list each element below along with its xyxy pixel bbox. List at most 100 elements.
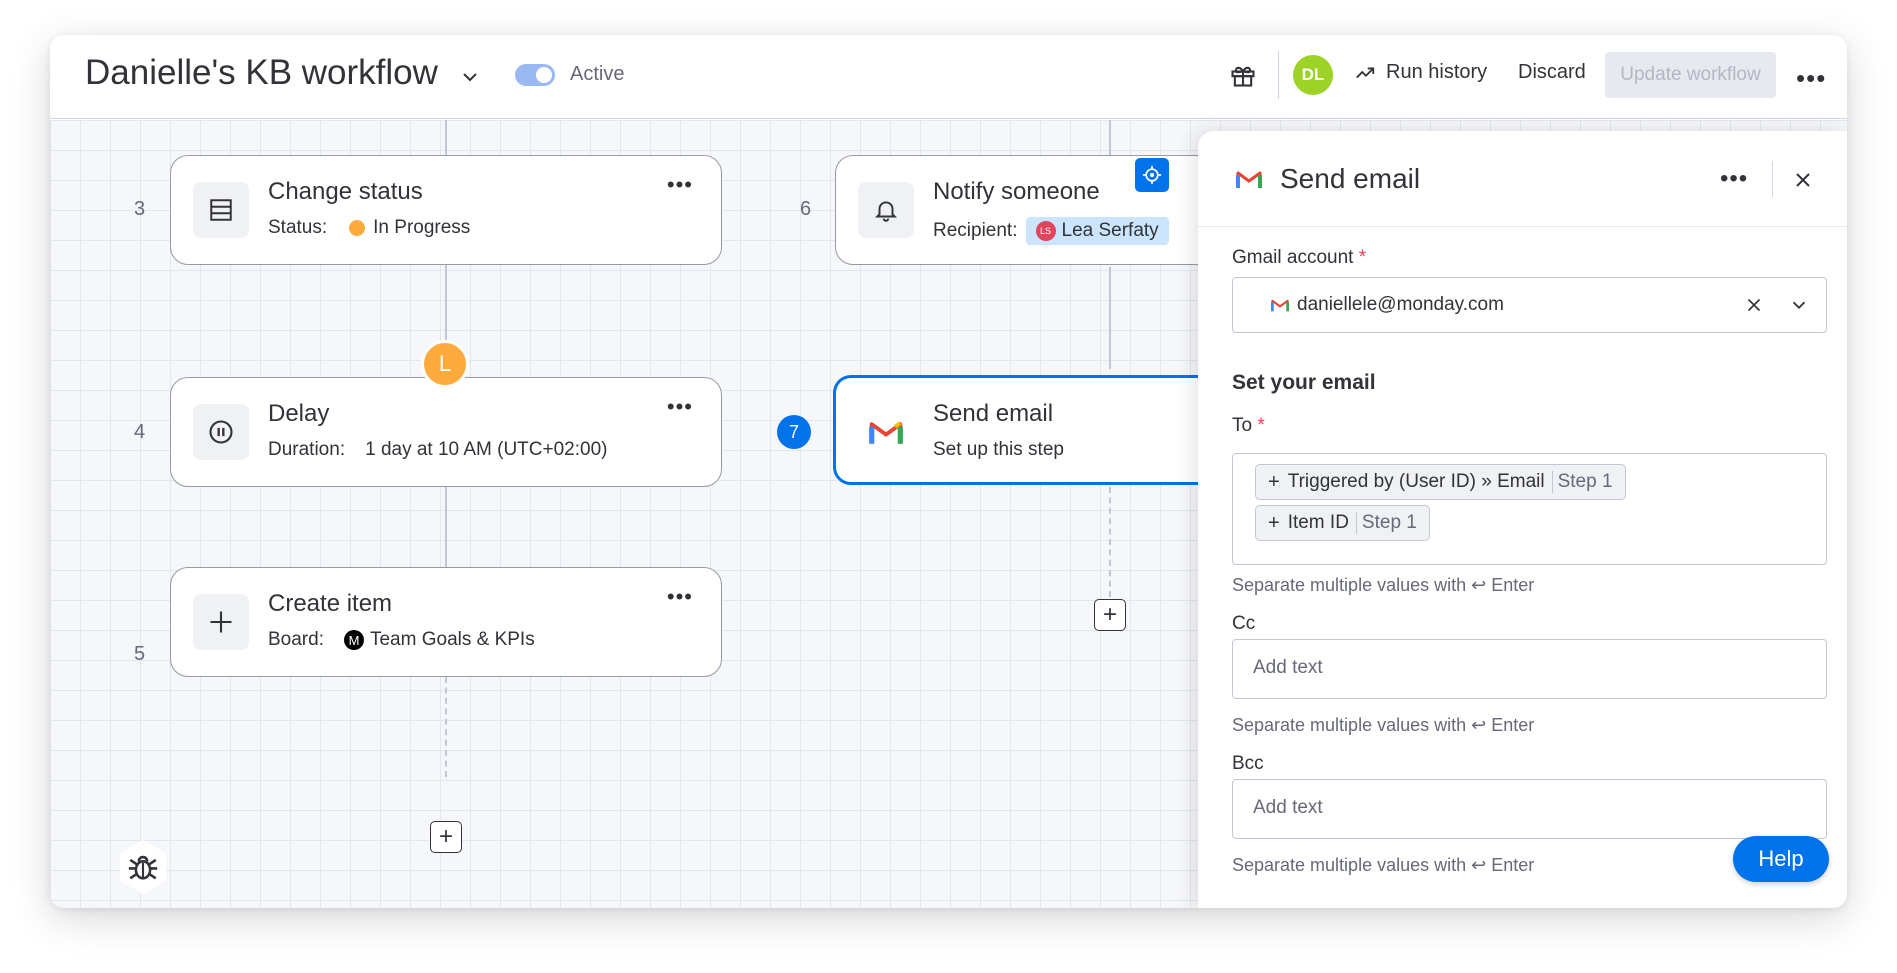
gmail-icon: [1271, 299, 1289, 312]
node-icon-box: [858, 182, 914, 238]
node-sub-label: Status:: [268, 217, 328, 238]
connector-dashed: [445, 677, 447, 777]
bug-icon: [128, 855, 158, 880]
active-toggle[interactable]: [515, 64, 555, 86]
node-subtitle: Board: M Team Goals & KPIs: [268, 629, 535, 651]
more-icon[interactable]: •••: [1796, 63, 1826, 94]
panel-more-icon[interactable]: •••: [1720, 165, 1748, 193]
bell-icon: [874, 201, 898, 222]
crosshair-glyph: [1142, 165, 1162, 185]
chevron-down-icon[interactable]: [458, 65, 482, 89]
plus-icon: +: [1268, 511, 1280, 534]
cc-label: Cc: [1232, 613, 1256, 634]
node-more-icon[interactable]: •••: [667, 172, 693, 198]
step-number: 3: [134, 198, 146, 220]
to-label: To *: [1232, 415, 1265, 437]
gmail-icon: [1236, 171, 1262, 188]
chevron-down-icon[interactable]: [1788, 294, 1810, 316]
send-email-panel: Send email ••• Gmail account * daniellel…: [1198, 131, 1847, 908]
recipient-token[interactable]: + Triggered by (User ID) » Email Step 1: [1255, 464, 1626, 500]
token-step: Step 1: [1551, 471, 1613, 493]
gmail-account-select[interactable]: daniellele@monday.com: [1232, 277, 1827, 333]
node-subtitle: Status: In Progress: [268, 217, 470, 239]
connector-line: [445, 120, 447, 155]
app-window: Danielle's KB workflow Active DL Run his…: [50, 35, 1847, 908]
top-bar: Danielle's KB workflow Active DL Run his…: [50, 35, 1847, 119]
required-mark: *: [1358, 247, 1367, 268]
step-number: 4: [134, 421, 146, 443]
trend-up-icon: [1356, 67, 1375, 78]
gmail-account-label: Gmail account *: [1232, 247, 1366, 269]
target-icon[interactable]: [1135, 158, 1169, 192]
to-hint: Separate multiple values with ↩ Enter: [1232, 575, 1535, 595]
pause-icon: [209, 420, 233, 444]
node-icon-box: [193, 182, 249, 238]
node-icon-box: [858, 404, 914, 460]
header-divider: [1278, 51, 1279, 99]
clear-icon[interactable]: [1743, 294, 1765, 316]
panel-header: Send email •••: [1198, 131, 1847, 227]
node-icon-box: [193, 594, 249, 650]
cc-input[interactable]: Add text: [1232, 639, 1827, 699]
node-title: Change status: [268, 178, 423, 205]
node-more-icon[interactable]: •••: [667, 394, 693, 420]
user-avatar[interactable]: DL: [1293, 55, 1333, 95]
bcc-input[interactable]: Add text: [1232, 779, 1827, 839]
step-number: 6: [800, 198, 812, 220]
status-dot: [349, 220, 366, 236]
node-title: Delay: [268, 400, 330, 427]
plus-icon: +: [1268, 470, 1280, 493]
section-title: Set your email: [1232, 371, 1376, 394]
token-label: Item ID: [1287, 512, 1349, 533]
node-sub-value: In Progress: [373, 217, 471, 238]
plus-icon: [210, 611, 232, 633]
connector-dashed: [1109, 487, 1111, 597]
node-icon-box: [193, 404, 249, 460]
panel-divider: [1772, 161, 1773, 197]
toggle-knob: [536, 67, 552, 83]
run-history-label: Run history: [1386, 61, 1488, 83]
add-step-button[interactable]: +: [430, 821, 462, 853]
node-subtitle: Duration: 1 day at 10 AM (UTC+02:00): [268, 439, 607, 461]
node-create-item[interactable]: Create item Board: M Team Goals & KPIs •…: [170, 567, 722, 677]
node-sub-label: Duration:: [268, 439, 346, 460]
step-number-badge: 7: [777, 415, 811, 449]
workflow-title[interactable]: Danielle's KB workflow: [85, 53, 438, 93]
gmail-account-value: daniellele@monday.com: [1297, 294, 1504, 315]
recipient-token[interactable]: + Item ID Step 1: [1255, 505, 1430, 541]
table-icon: [210, 199, 232, 221]
required-mark: *: [1257, 415, 1265, 436]
step-number: 5: [134, 643, 146, 665]
gmail-icon: [869, 421, 903, 444]
help-button[interactable]: Help: [1733, 836, 1829, 882]
gift-icon[interactable]: [1229, 61, 1257, 89]
add-step-button[interactable]: +: [1094, 599, 1126, 631]
token-label: Triggered by (User ID) » Email: [1287, 471, 1545, 492]
recipient-avatar: LS: [1035, 221, 1056, 241]
node-sub-value: Team Goals & KPIs: [369, 629, 535, 650]
setup-step-link[interactable]: Set up this step: [933, 439, 1064, 461]
bcc-label: Bcc: [1232, 753, 1264, 774]
node-more-icon[interactable]: •••: [667, 584, 693, 610]
update-workflow-button[interactable]: Update workflow: [1605, 52, 1776, 98]
node-sub-label: Recipient:: [933, 220, 1018, 241]
gmail-account-label-text: Gmail account: [1232, 247, 1354, 268]
discard-button[interactable]: Discard: [1518, 61, 1586, 84]
close-icon[interactable]: [1791, 168, 1815, 192]
bcc-hint: Separate multiple values with ↩ Enter: [1232, 855, 1535, 875]
run-history-button[interactable]: Run history: [1354, 61, 1487, 84]
connector-line: [1109, 267, 1111, 369]
node-subtitle: Recipient: LS Lea Serfaty: [933, 217, 1169, 245]
node-sub-value: 1 day at 10 AM (UTC+02:00): [365, 439, 608, 460]
node-sub-label: Board:: [268, 629, 324, 650]
connector-line: [445, 265, 447, 347]
recipient-chip[interactable]: LS Lea Serfaty: [1025, 217, 1169, 245]
node-change-status[interactable]: Change status Status: In Progress •••: [170, 155, 722, 265]
to-field[interactable]: + Triggered by (User ID) » Email Step 1 …: [1232, 453, 1827, 565]
board-badge: M: [343, 630, 364, 650]
node-title: Notify someone: [933, 178, 1100, 205]
active-label: Active: [570, 63, 625, 85]
user-badge[interactable]: L: [421, 340, 469, 388]
node-delay[interactable]: Delay Duration: 1 day at 10 AM (UTC+02:0…: [170, 377, 722, 487]
node-title: Send email: [933, 400, 1054, 427]
